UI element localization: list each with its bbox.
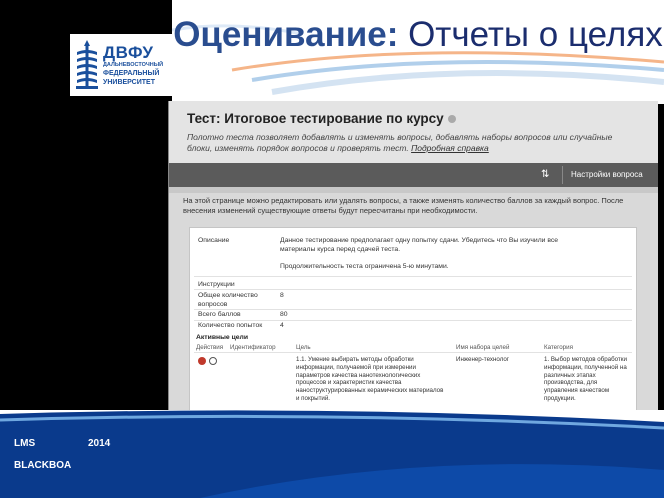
divider [194, 276, 632, 277]
lms-screenshot: Тест: Итоговое тестирование по курсу Пол… [168, 101, 658, 410]
questions-count-label: Общее количество вопросов [198, 292, 258, 308]
edit-goal-icon[interactable] [209, 357, 217, 365]
total-points-label: Всего баллов [198, 311, 241, 318]
test-description: Полотно теста позволяет добавлять и изме… [187, 132, 627, 154]
questions-count-value: 8 [280, 292, 284, 299]
edit-notice: На этой странице можно редактировать или… [183, 196, 624, 215]
university-logo: ДВФУ ДАЛЬНЕВОСТОЧНЫЙ ФЕДЕРАЛЬНЫЙ УНИВЕРС… [70, 34, 172, 96]
question-toolbar: ⇅ Настройки вопроса [169, 163, 658, 187]
goals-header-actions: Действия [196, 344, 224, 351]
slide-background: ДВФУ ДАЛЬНЕВОСТОЧНЫЙ ФЕДЕРАЛЬНЫЙ УНИВЕРС… [0, 0, 664, 410]
question-settings-button[interactable]: Настройки вопроса [571, 170, 643, 179]
divider [194, 352, 632, 353]
slide-footer: LMS 2014 BLACKBOA [0, 410, 664, 498]
toolbar-divider [562, 166, 563, 184]
test-header: Тест: Итоговое тестирование по курсу Пол… [169, 101, 658, 163]
attempts-label: Количество попыток [198, 322, 263, 329]
instructions-label: Инструкции [198, 281, 235, 288]
total-points-value: 80 [280, 311, 288, 318]
attempts-value: 4 [280, 322, 284, 329]
test-title: Тест: Итоговое тестирование по курсу [187, 111, 456, 126]
info-icon[interactable] [447, 115, 456, 124]
test-title-text: Тест: Итоговое тестирование по курсу [187, 111, 444, 126]
goal-text: 1.1. Умение выбирать методы обработки ин… [296, 356, 444, 402]
active-goals-title: Активные цели [196, 334, 249, 341]
description-value: Данное тестирование предполагает одну по… [280, 237, 559, 253]
footer-brand: BLACKBOA [14, 460, 72, 471]
slide-title-rest: Отчеты о целях [398, 15, 663, 54]
toolbar-strip [169, 187, 658, 193]
logo-line-2: ФЕДЕРАЛЬНЫЙ [103, 69, 160, 77]
description-label: Описание [198, 237, 230, 244]
slide-title: Оценивание: Отчеты о целях [172, 14, 664, 56]
test-details-card: Описание Данное тестирование предполагае… [189, 227, 637, 410]
goal-category: 1. Выбор методов обработки информации, п… [544, 356, 627, 402]
goal-set-name: Инженер-технолог [456, 356, 510, 363]
slide-title-strong: Оценивание: [173, 15, 399, 54]
title-banner: Оценивание: Отчеты о целях [172, 0, 664, 104]
delete-goal-icon[interactable] [198, 357, 206, 365]
logo-emblem-icon [76, 40, 98, 89]
footer-lms: LMS [14, 438, 36, 449]
goals-header-goal: Цель [296, 344, 311, 351]
footer-wave [0, 410, 664, 498]
goals-header-category: Категория [544, 344, 573, 351]
footer-year: 2014 [88, 438, 111, 449]
logo-line-3: УНИВЕРСИТЕТ [103, 78, 155, 86]
help-link[interactable]: Подробная справка [411, 143, 489, 153]
test-description-text: Полотно теста позволяет добавлять и изме… [187, 132, 613, 153]
logo-line-1: ДАЛЬНЕВОСТОЧНЫЙ [103, 61, 164, 68]
goals-header-set: Имя набора целей [456, 344, 510, 351]
duration-note: Продолжительность теста ограничена 5-ю м… [280, 263, 449, 270]
goals-header-id: Идентификатор [230, 344, 276, 351]
sort-icon[interactable]: ⇅ [541, 169, 549, 180]
divider [194, 289, 632, 290]
logo-abbreviation: ДВФУ [103, 42, 154, 62]
